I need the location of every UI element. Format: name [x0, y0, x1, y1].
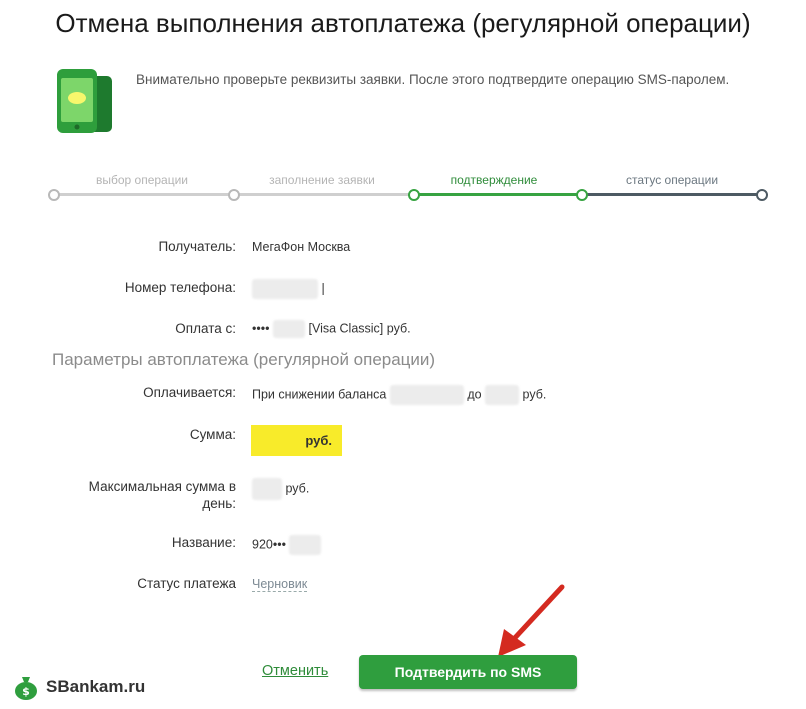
status-label: Статус платежа	[137, 576, 236, 591]
phone-label: Номер телефона:	[124, 280, 236, 295]
redacted-card	[273, 320, 305, 338]
section-title: Параметры автоплатежа (регулярной операц…	[52, 350, 436, 369]
paid-currency: руб.	[522, 387, 547, 402]
name-label: Название:	[171, 535, 236, 550]
svg-text:$: $	[22, 685, 30, 698]
recipient-value: МегаФон Москва	[252, 240, 351, 254]
watermark-text: SBankam.ru	[46, 677, 146, 696]
cancel-link[interactable]: Отменить	[262, 663, 328, 679]
step-label-fill: заполнение заявки	[269, 173, 375, 187]
money-bag-icon: $	[15, 677, 37, 700]
max-currency: руб.	[285, 481, 310, 496]
paid-value: При снижении баланса до руб.	[252, 385, 546, 405]
red-arrow-icon	[498, 584, 565, 657]
paid-to: до	[467, 387, 482, 402]
redacted-amount	[485, 385, 520, 405]
progress-steps: выбор операции заполнение заявки подтвер…	[48, 170, 768, 210]
max-label-line1: Максимальная сумма в	[88, 479, 236, 494]
redacted-max	[252, 478, 282, 500]
card-mask: ••••	[252, 321, 270, 336]
step-dot	[408, 189, 420, 201]
card-type: [Visa Classic]	[308, 321, 384, 336]
page-title: Отмена выполнения автоплатежа (регулярно…	[55, 8, 751, 38]
payfrom-label: Оплата с:	[175, 321, 236, 336]
amount-label: Сумма:	[189, 427, 236, 442]
step-label-confirm: подтверждение	[450, 173, 538, 187]
watermark: $ SBankam.ru	[12, 672, 145, 702]
paid-text: При снижении баланса	[252, 387, 387, 402]
step-dot	[228, 189, 240, 201]
step-dot	[756, 189, 768, 201]
step-dot	[48, 189, 60, 201]
step-line-pending	[582, 193, 762, 196]
mobile-phone-icon	[57, 69, 112, 133]
payfrom-value: •••• [Visa Classic] руб.	[252, 320, 411, 338]
max-value: руб.	[252, 478, 309, 500]
max-label-line2: день:	[202, 496, 236, 511]
paid-label: Оплачивается:	[143, 385, 236, 400]
confirm-sms-button[interactable]: Подтвердить по SMS	[359, 655, 577, 689]
step-label-status: статус операции	[625, 173, 719, 187]
step-dot	[576, 189, 588, 201]
payfrom-currency: руб.	[386, 321, 411, 336]
redacted-phone	[252, 279, 318, 299]
phone-suffix: |	[321, 281, 325, 296]
phone-value: |	[252, 279, 325, 299]
amount-highlight: руб.	[251, 425, 342, 456]
step-label-select: выбор операции	[95, 173, 189, 187]
recipient-label: Получатель:	[158, 239, 236, 254]
status-draft: Черновик	[252, 577, 308, 592]
intro-text: Внимательно проверьте реквизиты заявки. …	[136, 72, 730, 87]
status-value: Черновик	[252, 576, 308, 593]
name-text: 920•••	[252, 537, 286, 552]
redacted-balance	[389, 385, 464, 405]
step-line-active	[412, 193, 582, 196]
name-value: 920•••	[252, 535, 322, 555]
amount-currency: руб.	[305, 433, 332, 448]
max-label: Максимальная сумма в день:	[46, 478, 236, 512]
redacted-name	[289, 535, 322, 555]
